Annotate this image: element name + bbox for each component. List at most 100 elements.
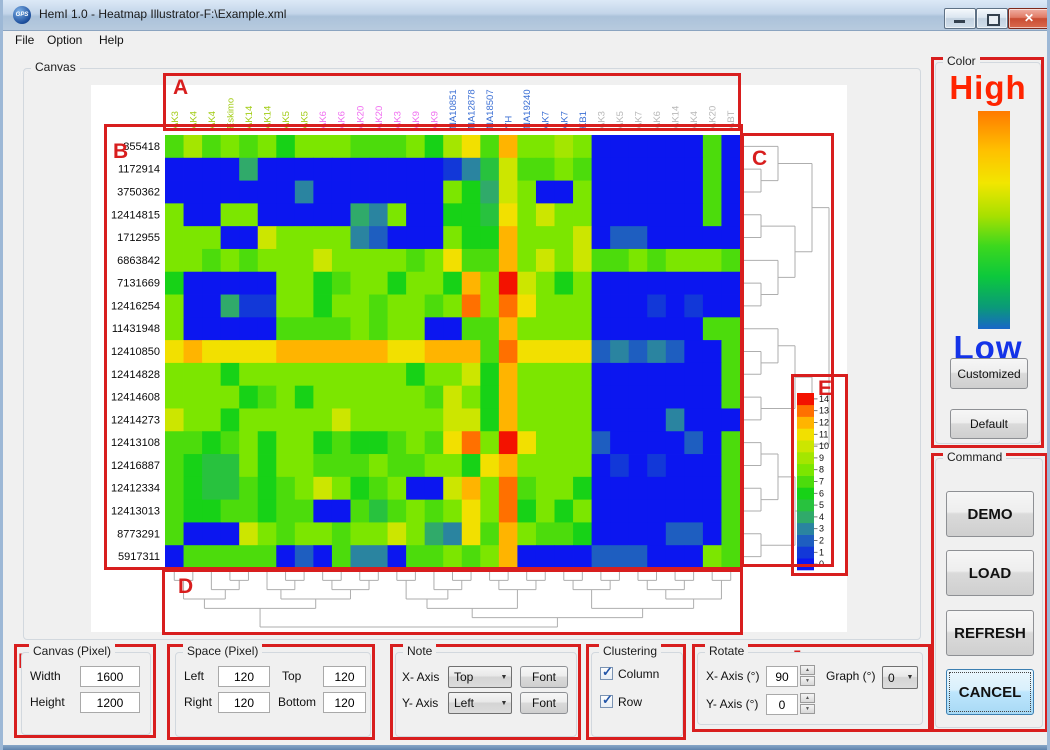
graph-rotation-dropdown[interactable]: 0 ▼	[882, 666, 918, 689]
svg-text:NA10851: NA10851	[448, 89, 459, 129]
column-checkbox[interactable]: ✓	[600, 667, 613, 680]
rotate-graph-label: Graph (°)	[826, 669, 875, 683]
dropdown-arrow-icon: ▼	[497, 700, 511, 707]
svg-text:ABT: ABT	[726, 110, 737, 129]
command-panel: Command DEMO LOAD REFRESH CANCEL	[935, 458, 1043, 728]
svg-text:AK5: AK5	[300, 111, 311, 129]
dropdown-arrow-icon: ▼	[903, 674, 917, 681]
svg-text:13: 13	[819, 406, 829, 416]
column-checkbox-label: Column	[618, 667, 659, 681]
svg-text:12416254: 12416254	[111, 300, 160, 312]
svg-text:0: 0	[819, 559, 824, 569]
rotate-y-input[interactable]	[766, 694, 798, 715]
svg-text:12414608: 12414608	[111, 392, 160, 404]
svg-text:12416887: 12416887	[111, 460, 160, 472]
spinner-down-icon[interactable]: ▼	[800, 676, 815, 686]
row-dendrogram	[744, 146, 829, 556]
row-labels: 8554181172914375036212414815171295568638…	[111, 141, 160, 563]
svg-text:AK6: AK6	[652, 111, 663, 129]
svg-text:AK3: AK3	[170, 111, 181, 129]
column-dendrogram	[174, 571, 730, 627]
application-window: GPS HemI 1.0 - Heatmap Illustrator-F:\Ex…	[0, 0, 1050, 750]
spinner-up-icon[interactable]: ▲	[800, 665, 815, 675]
svg-text:12413108: 12413108	[111, 437, 160, 449]
svg-text:12: 12	[819, 418, 829, 428]
svg-text:5917311: 5917311	[118, 551, 160, 563]
svg-text:12414273: 12414273	[111, 414, 160, 426]
menu-option[interactable]: Option	[43, 33, 86, 49]
width-input[interactable]	[80, 666, 140, 687]
width-label: Width	[30, 669, 61, 683]
note-panel: Note X- Axis Top ▼ Font Y- Axis Left ▼ F…	[395, 652, 577, 737]
svg-text:AK14: AK14	[244, 106, 255, 129]
spinner-up-icon[interactable]: ▲	[800, 693, 815, 703]
height-label: Height	[30, 695, 65, 709]
svg-text:14: 14	[819, 394, 829, 404]
svg-text:AK20: AK20	[355, 106, 366, 129]
svg-text:NA18507: NA18507	[485, 89, 496, 129]
window-title: HemI 1.0 - Heatmap Illustrator-F:\Exampl…	[39, 7, 286, 21]
svg-text:7131669: 7131669	[117, 278, 160, 290]
spinner-down-icon[interactable]: ▼	[800, 704, 815, 714]
canvas-pixel-panel: Canvas (Pixel) Width Height	[21, 652, 151, 735]
svg-text:4: 4	[819, 512, 824, 522]
row-checkbox[interactable]: ✓	[600, 695, 613, 708]
close-icon: ✕	[1024, 11, 1034, 25]
command-panel-label: Command	[943, 450, 1006, 464]
x-axis-position-dropdown[interactable]: Top ▼	[448, 666, 512, 688]
svg-text:11431948: 11431948	[112, 323, 160, 335]
height-input[interactable]	[80, 692, 140, 713]
x-axis-font-button[interactable]: Font	[520, 666, 568, 688]
canvas-pixel-label: Canvas (Pixel)	[29, 644, 115, 658]
space-top-input[interactable]	[323, 666, 366, 687]
svg-text:NA12878: NA12878	[467, 89, 478, 129]
menu-file[interactable]: File	[11, 33, 38, 49]
color-panel-label: Color	[943, 54, 980, 68]
svg-text:1: 1	[819, 547, 824, 557]
svg-text:6863842: 6863842	[117, 255, 160, 267]
svg-text:AK14: AK14	[671, 106, 682, 129]
svg-text:6: 6	[819, 488, 824, 498]
menu-help[interactable]: Help	[95, 33, 128, 49]
svg-text:AK4: AK4	[207, 111, 218, 129]
note-x-axis-label: X- Axis	[402, 670, 439, 684]
rotate-y-label: Y- Axis (°)	[706, 697, 758, 711]
y-axis-position-value: Left	[449, 696, 497, 710]
row-checkbox-label: Row	[618, 695, 642, 709]
y-axis-font-button[interactable]: Font	[520, 692, 568, 714]
svg-text:5: 5	[819, 500, 824, 510]
space-right-input[interactable]	[218, 692, 270, 713]
default-button[interactable]: Default	[950, 409, 1028, 439]
svg-text:3: 3	[819, 524, 824, 534]
rotate-x-spinner[interactable]: ▲ ▼	[800, 665, 815, 687]
demo-button[interactable]: DEMO	[946, 491, 1034, 537]
maximize-button[interactable]	[976, 8, 1008, 29]
cancel-button[interactable]: CANCEL	[946, 669, 1034, 715]
rotate-panel: Rotate X- Axis (°) ▲ ▼ Graph (°) 0 ▼ Y- …	[697, 652, 923, 725]
svg-text:12414828: 12414828	[111, 369, 160, 381]
close-button[interactable]: ✕	[1008, 8, 1050, 29]
refresh-button[interactable]: REFRESH	[946, 610, 1034, 656]
svg-text:AK3: AK3	[596, 111, 607, 129]
minimize-button[interactable]	[944, 8, 976, 29]
space-left-input[interactable]	[218, 666, 270, 687]
note-panel-label: Note	[403, 644, 436, 658]
note-y-axis-label: Y- Axis	[402, 696, 438, 710]
load-button[interactable]: LOAD	[946, 550, 1034, 596]
y-axis-position-dropdown[interactable]: Left ▼	[448, 692, 512, 714]
svg-text:AK4: AK4	[689, 111, 700, 129]
rotate-y-spinner[interactable]: ▲ ▼	[800, 693, 815, 715]
svg-text:AK7: AK7	[541, 111, 552, 129]
color-gradient-bar	[978, 111, 1010, 329]
heatmap-canvas: AK3AK4AK4EskimoAK14AK14AK5AK5AK6AK6AK20A…	[91, 85, 847, 632]
rotate-panel-label: Rotate	[705, 644, 748, 658]
rotate-x-input[interactable]	[766, 666, 798, 687]
svg-text:2: 2	[819, 536, 824, 546]
space-top-label: Top	[282, 669, 301, 683]
check-icon: ✓	[602, 692, 613, 708]
space-bottom-input[interactable]	[323, 692, 366, 713]
column-labels: AK3AK4AK4EskimoAK14AK14AK5AK5AK6AK6AK20A…	[170, 89, 737, 129]
x-axis-position-value: Top	[449, 670, 497, 684]
canvas-group-label: Canvas	[31, 60, 80, 74]
customized-button[interactable]: Customized	[950, 358, 1028, 389]
